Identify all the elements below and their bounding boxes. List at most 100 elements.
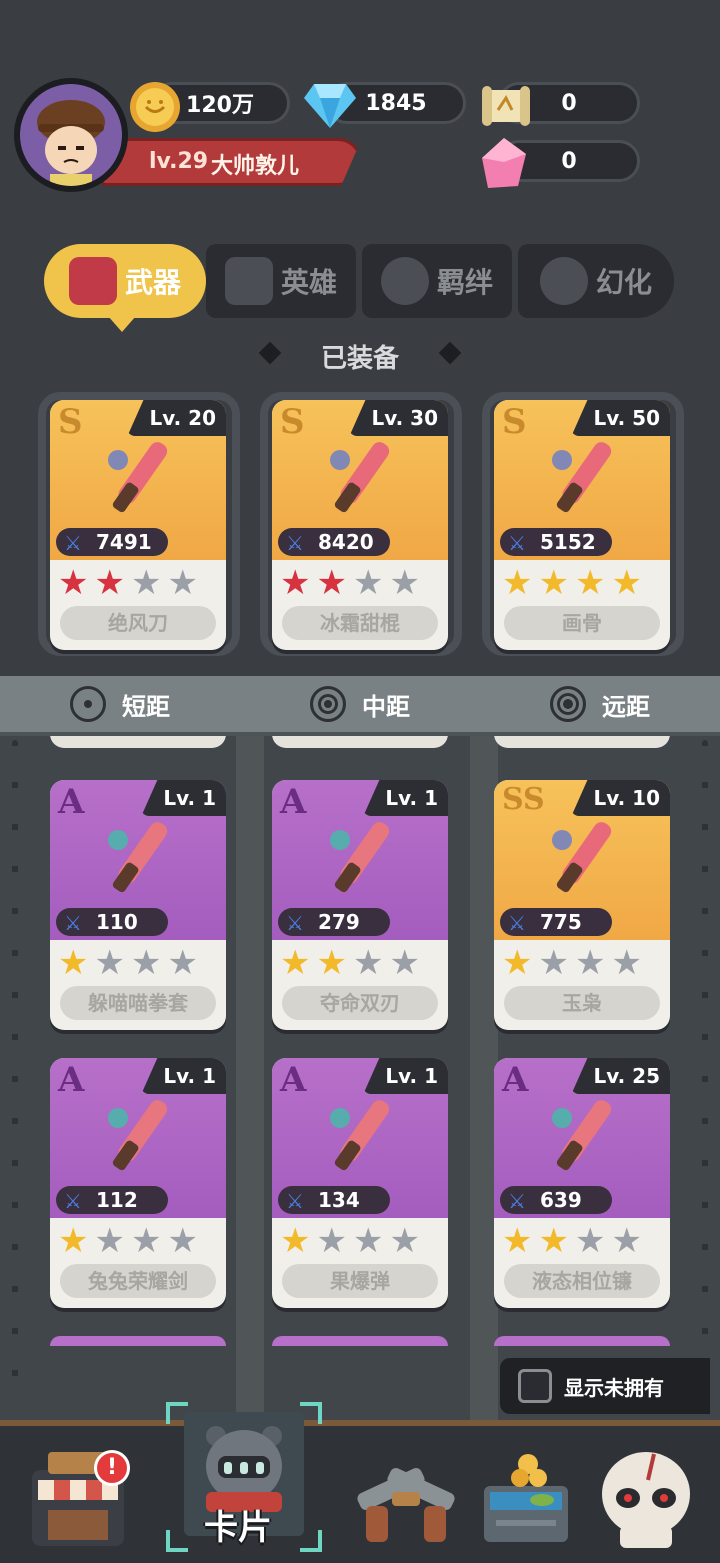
hero-tab-icon [224, 257, 273, 305]
weapon-icon [108, 442, 168, 513]
rarity-label: A [502, 1060, 529, 1100]
avatar-portrait [20, 84, 122, 186]
star-icon: ★ [130, 943, 162, 983]
range-mid[interactable]: 中距 [240, 676, 480, 732]
rarity-label: S [280, 402, 305, 442]
weapon-card[interactable]: A Lv. 1 ⚔ 112 ★ ★ ★ ★ 兔兔荣耀剑 [50, 1058, 226, 1308]
weapon-name: 躲喵喵拳套 [60, 986, 216, 1020]
star-icon: ★ [538, 943, 569, 983]
sword-icon: ⚔ [286, 531, 304, 555]
star-icon: ★ [280, 1221, 311, 1261]
range-filter-bar: 短距 中距 远距 [0, 676, 720, 732]
power-badge: ⚔ 112 [56, 1186, 168, 1214]
sword-icon: ⚔ [64, 911, 82, 935]
long-range-icon [550, 686, 586, 722]
weapon-icon [108, 1100, 168, 1171]
skin-tab-icon [539, 257, 588, 305]
star-icon: ★ [94, 943, 125, 983]
scroll-icon [482, 86, 530, 126]
tab-weapons[interactable]: 武器 [44, 244, 206, 318]
weapon-name: 画骨 [504, 606, 660, 640]
range-short[interactable]: 短距 [0, 676, 240, 732]
weapon-card[interactable]: SS Lv. 10 ⚔ 775 ★ ★ ★ ★ 玉枭 [494, 780, 670, 1030]
header: lv.29 大帅敦儿 120万 1845 0 0 [0, 0, 720, 240]
weapon-name: 绝风刀 [60, 606, 216, 640]
star-icon: ★ [316, 943, 347, 983]
star-icon: ★ [352, 1221, 384, 1261]
weapon-art: A Lv. 25 ⚔ 639 [494, 1058, 670, 1218]
nav-battle[interactable] [346, 1440, 466, 1560]
star-icon: ★ [502, 563, 533, 603]
star-icon: ★ [316, 563, 347, 603]
player-avatar[interactable] [14, 78, 128, 192]
sword-icon: ⚔ [64, 1189, 82, 1213]
weapon-art: A Lv. 1 ⚔ 110 [50, 780, 226, 940]
tab-weapons-label: 武器 [124, 266, 181, 299]
weapon-card[interactable]: A Lv. 1 ⚔ 279 ★ ★ ★ ★ 夺命双刃 [272, 780, 448, 1030]
weapon-name: 夺命双刃 [282, 986, 438, 1020]
star-icon: ★ [58, 1221, 89, 1261]
star-rating: ★ ★ ★ ★ [280, 1224, 420, 1258]
weapon-card[interactable]: A Lv. 1 ⚔ 134 ★ ★ ★ ★ 果爆弹 [272, 1058, 448, 1308]
star-rating: ★ ★ ★ ★ [58, 1224, 198, 1258]
range-long[interactable]: 远距 [480, 676, 720, 732]
weapon-art: SS Lv. 10 ⚔ 775 [494, 780, 670, 940]
star-icon: ★ [538, 1221, 569, 1261]
weapon-icon [330, 1100, 390, 1171]
tab-heroes[interactable]: 英雄 [206, 244, 356, 318]
player-level-bar: lv.29 大帅敦儿 [100, 138, 362, 186]
weapon-art: A Lv. 1 ⚔ 134 [272, 1058, 448, 1218]
show-unowned-toggle[interactable]: 显示未拥有 [500, 1358, 710, 1414]
rarity-label: S [502, 402, 527, 442]
tab-skins[interactable]: 幻化 [518, 244, 674, 318]
weapon-icon [330, 822, 390, 893]
star-icon: ★ [611, 943, 642, 983]
bottom-nav: ! [0, 1402, 720, 1563]
weapon-art: A Lv. 1 ⚔ 279 [272, 780, 448, 940]
power-badge: ⚔ 639 [500, 1186, 612, 1214]
peek-card [494, 732, 670, 748]
rarity-label: A [58, 1060, 85, 1100]
star-icon: ★ [94, 563, 125, 603]
bond-tab-icon [380, 257, 429, 305]
nav-treasury[interactable] [476, 1440, 596, 1560]
power-badge: ⚔ 8420 [278, 528, 390, 556]
sword-icon: ⚔ [508, 911, 526, 935]
star-rating: ★ ★ ★ ★ [502, 1224, 642, 1258]
right-rivets [702, 740, 708, 1410]
show-unowned-checkbox[interactable] [518, 1369, 552, 1403]
power-badge: ⚔ 775 [500, 908, 612, 936]
weapon-card[interactable]: S Lv. 20 ⚔ 7491 ★ ★ ★ ★ 绝风刀 [50, 400, 226, 650]
weapon-art: S Lv. 30 ⚔ 8420 [272, 400, 448, 560]
tab-bonds-label: 羁绊 [436, 266, 493, 299]
power-value: 8420 [318, 530, 374, 554]
weapon-card[interactable]: S Lv. 50 ⚔ 5152 ★ ★ ★ ★ 画骨 [494, 400, 670, 650]
weapon-icon [108, 822, 168, 893]
partial-card [50, 1336, 226, 1346]
weapon-icon [552, 1100, 612, 1171]
treasure-chest-icon [484, 1454, 568, 1542]
star-icon: ★ [538, 563, 569, 603]
star-icon: ★ [611, 1221, 642, 1261]
range-short-label: 短距 [122, 692, 170, 721]
left-rivets [12, 740, 18, 1410]
star-icon: ★ [502, 943, 533, 983]
weapon-art: S Lv. 20 ⚔ 7491 [50, 400, 226, 560]
weapon-name: 果爆弹 [282, 1264, 438, 1298]
weapon-card[interactable]: A Lv. 1 ⚔ 110 ★ ★ ★ ★ 躲喵喵拳套 [50, 780, 226, 1030]
rarity-label: S [58, 402, 83, 442]
weapon-card[interactable]: S Lv. 30 ⚔ 8420 ★ ★ ★ ★ 冰霜甜棍 [272, 400, 448, 650]
rarity-label: A [58, 782, 85, 822]
power-badge: ⚔ 7491 [56, 528, 168, 556]
pink-crystal-icon [482, 138, 526, 188]
tab-bonds[interactable]: 羁绊 [362, 244, 512, 318]
nav-boss[interactable] [596, 1440, 716, 1560]
star-icon: ★ [58, 943, 89, 983]
star-icon: ★ [611, 563, 642, 603]
diamond-value: 1845 [365, 90, 427, 116]
short-range-icon [70, 686, 106, 722]
weapon-name: 玉枭 [504, 986, 660, 1020]
crossed-guns-icon [357, 1468, 455, 1542]
weapon-card[interactable]: A Lv. 25 ⚔ 639 ★ ★ ★ ★ 液态相位镰 [494, 1058, 670, 1308]
star-icon: ★ [352, 943, 384, 983]
